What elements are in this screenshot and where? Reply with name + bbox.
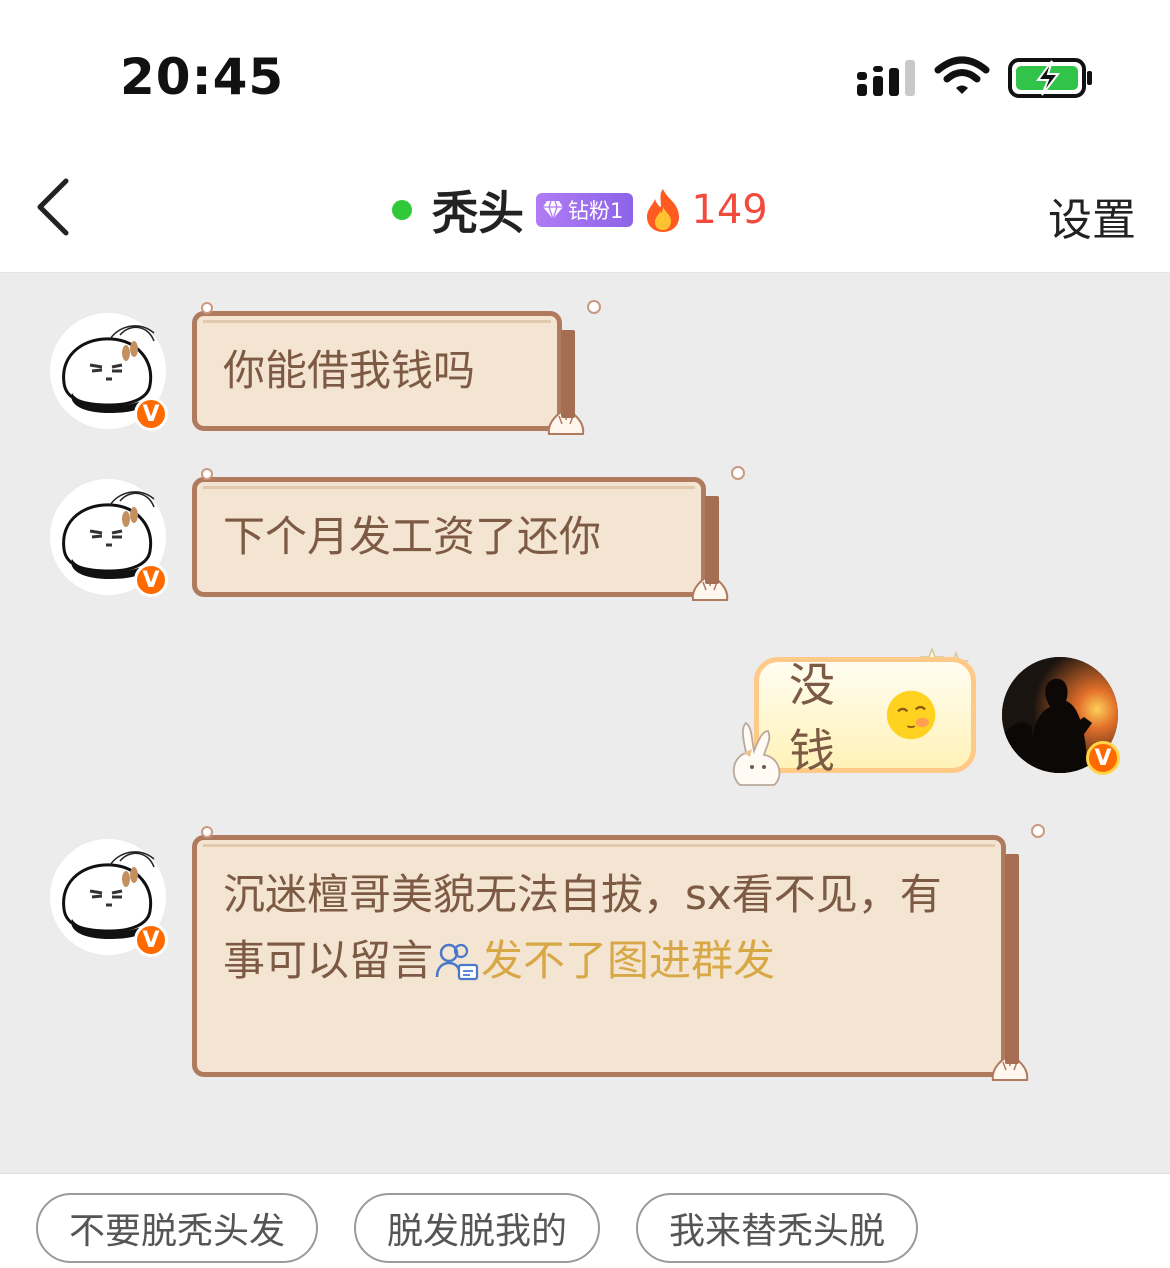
message-text: 下个月发工资了还你 [223,512,602,561]
message-bubble-received[interactable]: 你能借我钱吗 [192,300,601,435]
verified-v-badge: V [134,397,168,431]
chat-title: 秃头 [432,186,524,240]
contact-avatar[interactable]: V [50,839,168,957]
online-status-dot [392,200,412,220]
cellular-signal-icon [857,60,915,96]
bubble-decoration [201,826,213,838]
battery-charging-icon [1008,58,1092,98]
bubble-decoration [731,466,745,480]
fire-icon [647,189,680,232]
status-bar: 20:45 [0,0,1170,150]
my-avatar[interactable]: V [1002,657,1120,775]
quick-reply-chip[interactable]: 脱发脱我的 [354,1193,600,1263]
quick-reply-chip[interactable]: 不要脱秃头发 [36,1193,318,1263]
chat-header: 秃头 钻粉1 149 设置 [0,150,1170,273]
quick-reply-bar: 不要脱秃头发 脱发脱我的 我来替秃头脱 [0,1173,1170,1268]
join-group-link[interactable]: 发不了图进群发 [481,936,775,985]
contact-avatar[interactable]: V [50,313,168,431]
contact-avatar[interactable]: V [50,479,168,597]
chat-message-list[interactable]: V 你能借我钱吗 V 下个月发工资了还你 没钱 V V 沉迷檀哥美貌无法自拔，s… [0,273,1170,1173]
fan-level-badge: 钻粉1 [536,193,634,227]
verified-v-badge: V [134,923,168,957]
bubble-decoration [201,302,213,314]
message-text: 你能借我钱吗 [223,346,476,395]
bubble-decoration [1031,824,1045,838]
fan-badge-label: 钻粉1 [568,199,624,223]
message-bubble-received[interactable]: 沉迷檀哥美貌无法自拔，sx看不见，有事可以留言 发不了图进群发 [192,824,1045,1081]
bunny-sticker-icon [732,721,781,786]
group-chat-icon [435,943,479,981]
verified-v-badge: V [134,563,168,597]
settings-button[interactable]: 设置 [1048,184,1136,248]
dumpling-sticker-icon [691,574,729,601]
bubble-decoration [587,300,601,314]
status-time: 20:45 [120,48,285,106]
fire-streak-count: 149 [691,187,768,233]
message-bubble-received[interactable]: 下个月发工资了还你 [192,466,745,601]
chat-title-group[interactable]: 秃头 钻粉1 149 [392,180,768,240]
dumpling-sticker-icon [547,408,585,435]
message-text: 没钱 [789,658,835,778]
dumpling-sticker-icon [991,1054,1029,1081]
quick-reply-chip[interactable]: 我来替秃头脱 [636,1193,918,1263]
wifi-icon [934,56,990,94]
chevron-left-icon [37,178,69,236]
shy-face-emoji-icon [886,690,936,740]
diamond-icon [543,200,563,220]
verified-v-badge: V [1086,741,1120,775]
back-button[interactable] [30,177,80,237]
bubble-decoration [201,468,213,480]
